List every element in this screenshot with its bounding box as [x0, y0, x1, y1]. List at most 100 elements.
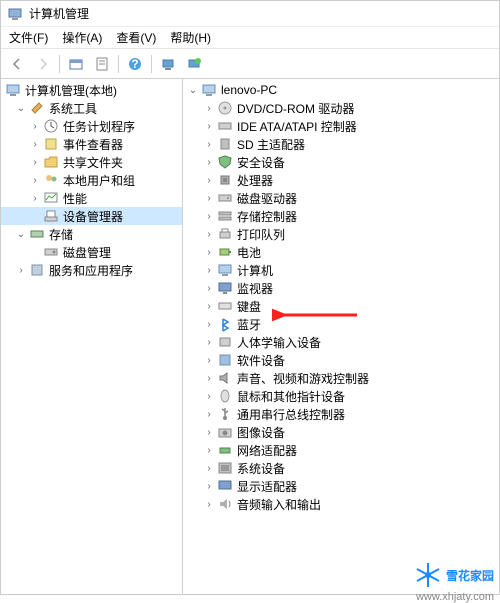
performance-icon — [43, 190, 59, 206]
device-item[interactable]: › 磁盘驱动器 — [183, 189, 499, 207]
tree-local-users[interactable]: › 本地用户和组 — [1, 171, 182, 189]
device-item[interactable]: ›DVD/CD-ROM 驱动器 — [183, 99, 499, 117]
expand-icon[interactable]: › — [203, 337, 215, 348]
device-item[interactable]: › 通用串行总线控制器 — [183, 405, 499, 423]
expand-icon[interactable]: › — [29, 157, 41, 168]
bluetooth-icon — [217, 316, 233, 332]
audio-icon — [217, 496, 233, 512]
tree-label: 性能 — [61, 189, 89, 208]
keyboard-icon — [217, 298, 233, 314]
device-label: 安全设备 — [235, 153, 287, 172]
expand-icon[interactable]: › — [203, 355, 215, 366]
device-item[interactable]: › 音频输入和输出 — [183, 495, 499, 513]
collapse-icon[interactable]: ⌄ — [15, 103, 27, 114]
device-item[interactable]: ›显示适配器 — [183, 477, 499, 495]
expand-icon[interactable]: › — [203, 193, 215, 204]
device-item[interactable]: › 计算机 — [183, 261, 499, 279]
expand-icon[interactable]: › — [29, 193, 41, 204]
collapse-icon[interactable]: ⌄ — [187, 85, 199, 96]
expand-icon[interactable]: › — [203, 121, 215, 132]
expand-icon[interactable]: › — [203, 499, 215, 510]
device-label: 音频输入和输出 — [235, 495, 323, 514]
tree-label: 磁盘管理 — [61, 243, 113, 262]
tree-root[interactable]: 计算机管理(本地) — [1, 81, 182, 99]
expand-icon[interactable]: › — [203, 301, 215, 312]
device-item[interactable]: › 安全设备 — [183, 153, 499, 171]
device-label: 磁盘驱动器 — [235, 189, 299, 208]
device-item[interactable]: ›声音、视频和游戏控制器 — [183, 369, 499, 387]
device-item[interactable]: ›键盘 — [183, 297, 499, 315]
expand-icon[interactable]: › — [203, 391, 215, 402]
expand-icon[interactable]: › — [203, 427, 215, 438]
expand-icon[interactable]: › — [203, 481, 215, 492]
tree-label: 存储 — [47, 225, 75, 244]
device-item[interactable]: ›软件设备 — [183, 351, 499, 369]
expand-icon[interactable]: › — [203, 283, 215, 294]
toolbar-refresh-button[interactable] — [182, 52, 206, 76]
expand-icon[interactable]: › — [203, 247, 215, 258]
expand-icon[interactable]: › — [203, 157, 215, 168]
tree-storage[interactable]: ⌄ 存储 — [1, 225, 182, 243]
collapse-icon[interactable]: ⌄ — [15, 229, 27, 240]
device-item[interactable]: ›处理器 — [183, 171, 499, 189]
device-label: 计算机 — [235, 261, 275, 280]
menu-help[interactable]: 帮助(H) — [166, 27, 215, 48]
left-tree-pane[interactable]: 计算机管理(本地) ⌄ 系统工具 › 任务计划程序 › 事件查看器 › 共享文件… — [1, 79, 183, 594]
expand-icon[interactable]: › — [203, 229, 215, 240]
menu-action[interactable]: 操作(A) — [58, 27, 106, 48]
tree-performance[interactable]: › 性能 — [1, 189, 182, 207]
storage-icon — [217, 208, 233, 224]
device-item[interactable]: ›网络适配器 — [183, 441, 499, 459]
device-item[interactable]: ›鼠标和其他指针设备 — [183, 387, 499, 405]
device-item[interactable]: ›图像设备 — [183, 423, 499, 441]
toolbar-up-button[interactable] — [64, 52, 88, 76]
tree-root-label: 计算机管理(本地) — [23, 81, 119, 100]
tree-device-manager[interactable]: 设备管理器 — [1, 207, 182, 225]
tree-services[interactable]: › 服务和应用程序 — [1, 261, 182, 279]
expand-icon[interactable]: › — [203, 175, 215, 186]
tree-system-tools[interactable]: ⌄ 系统工具 — [1, 99, 182, 117]
expand-icon[interactable]: › — [203, 409, 215, 420]
device-item[interactable]: ›IDE ATA/ATAPI 控制器 — [183, 117, 499, 135]
tree-task-scheduler[interactable]: › 任务计划程序 — [1, 117, 182, 135]
tree-shared-folders[interactable]: › 共享文件夹 — [1, 153, 182, 171]
menu-view[interactable]: 查看(V) — [112, 27, 160, 48]
toolbar-back-button[interactable] — [5, 52, 29, 76]
right-device-pane[interactable]: ⌄ lenovo-PC ›DVD/CD-ROM 驱动器›IDE ATA/ATAP… — [183, 79, 499, 594]
content-area: 计算机管理(本地) ⌄ 系统工具 › 任务计划程序 › 事件查看器 › 共享文件… — [1, 79, 499, 594]
toolbar-properties-button[interactable] — [90, 52, 114, 76]
device-item[interactable]: ›监视器 — [183, 279, 499, 297]
expand-icon[interactable]: › — [203, 103, 215, 114]
tree-event-viewer[interactable]: › 事件查看器 — [1, 135, 182, 153]
expand-icon[interactable]: › — [203, 373, 215, 384]
toolbar-help-button[interactable]: ? — [123, 52, 147, 76]
device-item[interactable]: ›电池 — [183, 243, 499, 261]
tree-disk-management[interactable]: 磁盘管理 — [1, 243, 182, 261]
ide-icon — [217, 118, 233, 134]
window-title: 计算机管理 — [29, 5, 89, 22]
device-item[interactable]: › 存储控制器 — [183, 207, 499, 225]
device-item[interactable]: ›系统设备 — [183, 459, 499, 477]
expand-icon[interactable]: › — [203, 211, 215, 222]
printer-icon — [217, 226, 233, 242]
expand-icon[interactable]: › — [203, 463, 215, 474]
device-item[interactable]: ›人体学输入设备 — [183, 333, 499, 351]
device-root[interactable]: ⌄ lenovo-PC — [183, 81, 499, 99]
tree-label: 任务计划程序 — [61, 117, 137, 136]
device-label: 存储控制器 — [235, 207, 299, 226]
toolbar-forward-button[interactable] — [31, 52, 55, 76]
device-item[interactable]: ›SD 主适配器 — [183, 135, 499, 153]
expand-icon[interactable]: › — [203, 139, 215, 150]
expand-icon[interactable]: › — [203, 445, 215, 456]
expand-icon[interactable]: › — [15, 265, 27, 276]
device-label: 通用串行总线控制器 — [235, 405, 347, 424]
expand-icon[interactable]: › — [29, 139, 41, 150]
expand-icon[interactable]: › — [29, 121, 41, 132]
menu-file[interactable]: 文件(F) — [5, 27, 52, 48]
expand-icon[interactable]: › — [29, 175, 41, 186]
device-item[interactable]: ›打印队列 — [183, 225, 499, 243]
expand-icon[interactable]: › — [203, 265, 215, 276]
device-item[interactable]: ›蓝牙 — [183, 315, 499, 333]
toolbar-scan-button[interactable] — [156, 52, 180, 76]
expand-icon[interactable]: › — [203, 319, 215, 330]
